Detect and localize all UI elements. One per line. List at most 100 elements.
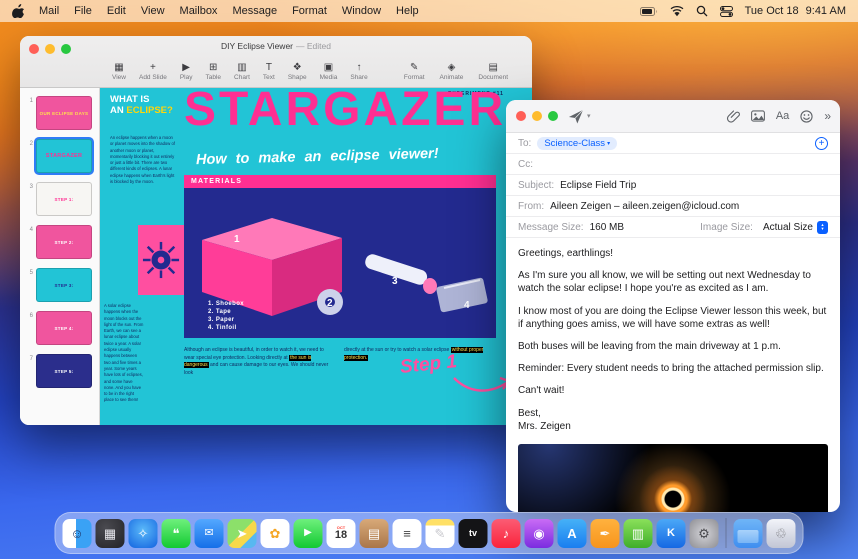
toolbar-item[interactable]: ❖ Shape (288, 62, 307, 81)
slide-thumbnail[interactable]: 5 STEP 3: (24, 268, 95, 302)
dock-item-numbers[interactable]: ▥ (623, 518, 653, 548)
toolbar-item[interactable]: ▣ Media (320, 62, 338, 81)
toolbar-item[interactable]: ⊞ Table (205, 62, 221, 81)
body-paragraph: Greetings, earthlings! (518, 248, 614, 259)
menu-item[interactable]: Window (342, 5, 381, 17)
dock-item-messages[interactable]: ❝ (161, 518, 191, 548)
slide-thumb-label: STEP 2: (54, 239, 74, 245)
keynote-titlebar[interactable]: DIY Eclipse Viewer — Edited ▦ View + Add … (20, 36, 532, 88)
toolbar-item[interactable]: ▶ Play (180, 62, 193, 81)
dock-item-keynote[interactable]: K (656, 518, 686, 548)
recipient-token[interactable]: Science-Class ▾ (537, 136, 618, 150)
toolbar-item[interactable]: ▦ View (112, 62, 126, 81)
toolbar-label: Format (403, 74, 425, 81)
dock-item-reminders[interactable]: ≡ (392, 518, 422, 548)
eclipse-attachment-image[interactable] (518, 443, 828, 512)
menu-item[interactable]: Mailbox (180, 5, 218, 17)
slide-canvas[interactable]: EXPERIMENT #11 WHAT IS AN ECLIPSE? An ec… (100, 88, 532, 425)
send-options-chevron-icon[interactable]: ▾ (587, 112, 591, 120)
dock-item-notes[interactable]: ✎ (425, 518, 455, 548)
menu-item[interactable]: Mail (39, 5, 59, 17)
toolbar-item[interactable]: + Add Slide (139, 62, 167, 81)
toolbar-icon: ▶ (182, 62, 190, 73)
slide-number: 1 (29, 98, 33, 104)
mail-titlebar[interactable]: ▾ Aa » (506, 100, 840, 133)
dock-item-finder[interactable]: ☺ (62, 518, 92, 548)
materials-illustration: 1 2 3 4 1. Shoebox 2. Tape 3. Paper 4. Tinfoil (184, 188, 496, 338)
toolbar-item[interactable]: ↑ Share (350, 62, 367, 81)
slide-thumbnail[interactable]: 1 OUR ECLIPSE DAYS (24, 96, 95, 130)
emoji-icon[interactable] (800, 109, 813, 123)
slide-thumbnail[interactable]: 3 STEP 1: (24, 182, 95, 216)
dock-item-launchpad[interactable]: ▦ (95, 518, 125, 548)
menu-item[interactable]: Edit (107, 5, 126, 17)
dock-item-photos[interactable]: ✿ (260, 518, 290, 548)
toolbar-item[interactable]: ◈ Animate (440, 62, 464, 81)
to-field[interactable]: To: Science-Class ▾ + (506, 133, 840, 154)
dock-item-maps[interactable]: ➤ (227, 518, 257, 548)
dock-item-safari[interactable]: ✧ (128, 518, 158, 548)
menu-item[interactable]: Help (396, 5, 419, 17)
menu-item[interactable]: File (74, 5, 92, 17)
dock-item-pages[interactable]: ✒ (590, 518, 620, 548)
more-toolbar-button[interactable]: » (824, 109, 831, 123)
from-field[interactable]: From: Aileen Zeigen – aileen.zeigen@iclo… (506, 196, 840, 217)
subject-field[interactable]: Subject: Eclipse Field Trip (506, 175, 840, 196)
clock-date: Tue Oct 18 (744, 5, 799, 17)
chevron-down-icon: ▾ (607, 140, 611, 147)
dock-item-trash[interactable]: ♲ (766, 518, 796, 548)
slide-thumbnail[interactable]: 2 STARGAZER (24, 139, 95, 173)
insert-photo-icon[interactable] (750, 110, 765, 122)
slide-thumb-label: STEP 3: (54, 282, 74, 288)
slide-thumb-label: STEP 5: (54, 368, 74, 374)
battery-icon[interactable] (639, 6, 658, 16)
message-size-row: Message Size: 160 MB Image Size: Actual … (506, 217, 840, 238)
dock-item-mail[interactable]: ✉ (194, 518, 224, 548)
zoom-button[interactable] (548, 111, 558, 121)
recipient-name: Science-Class (544, 137, 606, 149)
close-button[interactable] (516, 111, 526, 121)
slide-navigator: 1 OUR ECLIPSE DAYS 2 STARGAZER 3 STEP 1:… (20, 88, 100, 425)
dock-item-podcasts[interactable]: ◉ (524, 518, 554, 548)
materials-heading: MATERIALS (184, 175, 496, 188)
minimize-button[interactable] (532, 111, 542, 121)
material-number: 4 (464, 300, 470, 311)
message-body[interactable]: Greetings, earthlings! As I'm sure you al… (506, 238, 840, 444)
dock-icon-glyph: ✿ (269, 525, 281, 541)
slide-thumbnail[interactable]: 4 STEP 2: (24, 225, 95, 259)
dock-icon-glyph: tv (468, 527, 477, 538)
send-button[interactable] (568, 109, 584, 124)
control-center-icon[interactable] (719, 5, 733, 17)
dock-item-calendar[interactable]: OCT 18 (326, 518, 356, 548)
format-text-button[interactable]: Aa (776, 110, 789, 122)
slide-thumbnail[interactable]: 6 STEP 4: (24, 311, 95, 345)
to-label: To: (518, 137, 532, 149)
dock-item-contacts[interactable]: ▤ (359, 518, 389, 548)
dock-icon-glyph: ▶ (304, 527, 312, 538)
dock-item-downloads-folder[interactable] (733, 518, 763, 548)
menu-clock[interactable]: Tue Oct 18 9:41 AM (745, 5, 846, 17)
image-size-select[interactable]: ▴ ▾ (817, 220, 828, 234)
materials-list-item: 3. Paper (208, 316, 235, 323)
toolbar-item[interactable]: ▤ Document (478, 62, 508, 81)
search-icon[interactable] (696, 5, 708, 17)
add-recipient-button[interactable]: + (815, 136, 828, 150)
dock-item-settings[interactable]: ⚙ (689, 518, 719, 548)
dock-item-tv[interactable]: tv (458, 518, 488, 548)
dock-item-music[interactable]: ♪ (491, 518, 521, 548)
toolbar-item[interactable]: T Text (263, 62, 275, 81)
cc-field[interactable]: Cc: (506, 154, 840, 175)
toolbar-item[interactable]: ✎ Format (404, 62, 425, 81)
menu-item[interactable]: View (141, 5, 165, 17)
wifi-icon[interactable] (670, 5, 684, 17)
dock-item-facetime[interactable]: ▶ (293, 518, 323, 548)
attach-icon[interactable] (726, 109, 740, 123)
apple-menu-icon[interactable] (12, 4, 24, 18)
menu-item[interactable]: Message (232, 5, 277, 17)
dock-item-app-store[interactable]: A (557, 518, 587, 548)
slide-number: 5 (29, 270, 33, 276)
slide-thumbnail[interactable]: 7 STEP 5: (24, 354, 95, 388)
menu-item[interactable]: Format (292, 5, 327, 17)
toolbar-item[interactable]: ▥ Chart (234, 62, 250, 81)
slide-paragraph: An eclipse happens when a moon or planet… (110, 135, 175, 185)
